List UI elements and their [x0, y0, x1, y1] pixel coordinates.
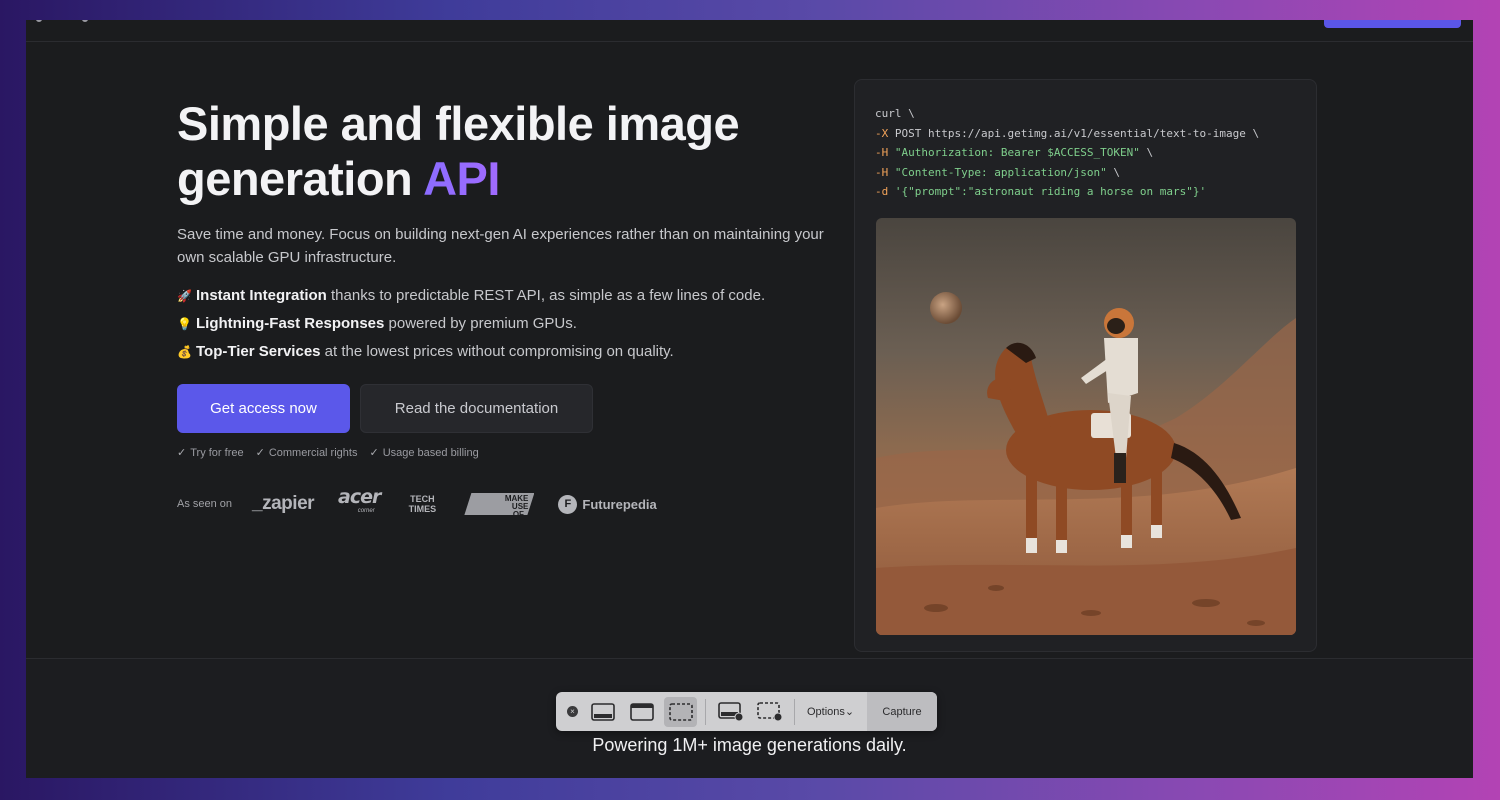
- browser-page: Simple and flexible image generation API…: [26, 20, 1473, 778]
- futurepedia-icon: F: [558, 494, 578, 514]
- check-item: ✓ Commercial rights: [255, 446, 358, 460]
- money-bag-icon: 💰: [177, 345, 192, 359]
- feature-item: 💰 Top-Tier Services at the lowest prices …: [177, 338, 877, 366]
- feature-title: Instant Integration: [196, 287, 327, 304]
- code-flag: -H: [875, 165, 889, 179]
- options-dropdown[interactable]: Options⌄: [807, 705, 854, 718]
- hero-title-accent: API: [423, 152, 500, 205]
- checkmark-icon: ✓: [369, 447, 379, 459]
- feature-list: 🚀 Instant Integration thanks to predictab…: [177, 282, 877, 366]
- code-line: curl \: [875, 107, 915, 120]
- logo-fragment: [36, 20, 42, 22]
- as-seen-on: As seen on _zapier acer corner TECH TIME…: [177, 486, 681, 518]
- makeuseof-line: OF_: [512, 510, 529, 519]
- astronaut-horse-illustration: [876, 292, 1296, 635]
- feature-text: powered by premium GPUs.: [384, 315, 577, 332]
- powering-text: Powering 1M+ image generations daily.: [592, 735, 907, 755]
- feature-title: Top-Tier Services: [196, 343, 321, 360]
- code-text: \: [1139, 146, 1154, 159]
- futurepedia-logo[interactable]: F Futurepedia: [558, 494, 657, 514]
- moon-shape: [930, 292, 962, 324]
- record-entire-screen-icon[interactable]: [714, 697, 747, 727]
- top-nav: [26, 20, 1473, 42]
- check-item: ✓ Try for free: [177, 446, 244, 460]
- read-documentation-button[interactable]: Read the documentation: [360, 384, 593, 433]
- toolbar-divider: [705, 698, 706, 725]
- makeuseof-logo[interactable]: MAKE USE OF_: [464, 493, 535, 515]
- record-selection-icon[interactable]: [753, 697, 786, 727]
- toolbar-divider: [794, 698, 795, 725]
- checkmark-icon: ✓: [255, 447, 265, 459]
- code-text: POST https://api.getimg.ai/v1/essential/…: [888, 126, 1260, 140]
- feature-item: 💡 Lightning-Fast Responses powered by pre…: [177, 310, 877, 338]
- acer-wordmark: acer: [338, 486, 381, 508]
- benefit-checks: ✓ Try for free ✓ Commercial rights ✓ Usage …: [177, 446, 479, 460]
- as-seen-on-label: As seen on: [177, 498, 233, 510]
- generated-image-astronaut-horse: [876, 218, 1296, 635]
- feature-title: Lightning-Fast Responses: [196, 315, 385, 332]
- checkmark-icon: ✓: [177, 447, 187, 459]
- hero-subtitle: Save time and money. Focus on building n…: [177, 226, 824, 266]
- capture-selection-icon[interactable]: [664, 696, 697, 727]
- capture-button[interactable]: Capture: [867, 692, 937, 731]
- check-label: Usage based billing: [382, 446, 479, 459]
- tech-times-logo[interactable]: TECH TIMES: [404, 494, 440, 514]
- feature-item: 🚀 Instant Integration thanks to predictab…: [177, 282, 877, 310]
- acer-sub: corner: [357, 508, 375, 514]
- lightbulb-icon: 💡: [177, 317, 192, 331]
- futurepedia-wordmark: Futurepedia: [582, 496, 657, 512]
- get-access-button[interactable]: Get access now: [177, 384, 350, 433]
- code-flag: -X: [875, 126, 889, 140]
- acer-logo[interactable]: acer corner: [338, 486, 381, 518]
- tech-times-line: TECH: [410, 494, 435, 504]
- zapier-logo[interactable]: _zapier: [252, 493, 314, 515]
- feature-text: thanks to predictable REST API, as simpl…: [326, 287, 766, 304]
- check-item: ✓ Usage based billing: [369, 446, 479, 460]
- code-string: "Authorization: Bearer $ACCESS_TOKEN": [888, 146, 1140, 159]
- check-label: Commercial rights: [268, 446, 358, 459]
- capture-window-icon[interactable]: [625, 697, 658, 727]
- top-nav-button[interactable]: [1324, 20, 1461, 28]
- tech-times-line: TIMES: [408, 504, 437, 514]
- screenshot-capture-toolbar: × Options⌄ Capture: [556, 692, 937, 731]
- check-label: Try for free: [190, 446, 244, 459]
- hero-title: Simple and flexible image generation API: [177, 96, 817, 206]
- code-string: "Content-Type: application/json": [888, 165, 1107, 179]
- feature-text: at the lowest prices without compromisin…: [320, 343, 674, 360]
- capture-entire-screen-icon[interactable]: [586, 697, 619, 727]
- code-flag: -d: [875, 185, 889, 198]
- code-text: \: [1106, 165, 1121, 179]
- code-example-panel: curl \ -X POST https://api.getimg.ai/v1/…: [854, 79, 1317, 652]
- code-flag: -H: [875, 146, 889, 159]
- close-icon[interactable]: ×: [567, 706, 578, 717]
- logo-fragment: [82, 20, 88, 22]
- curl-code-block: curl \ -X POST https://api.getimg.ai/v1/…: [875, 104, 1259, 202]
- code-string: '{"prompt":"astronaut riding a horse on …: [888, 185, 1207, 198]
- rocket-icon: 🚀: [177, 289, 192, 303]
